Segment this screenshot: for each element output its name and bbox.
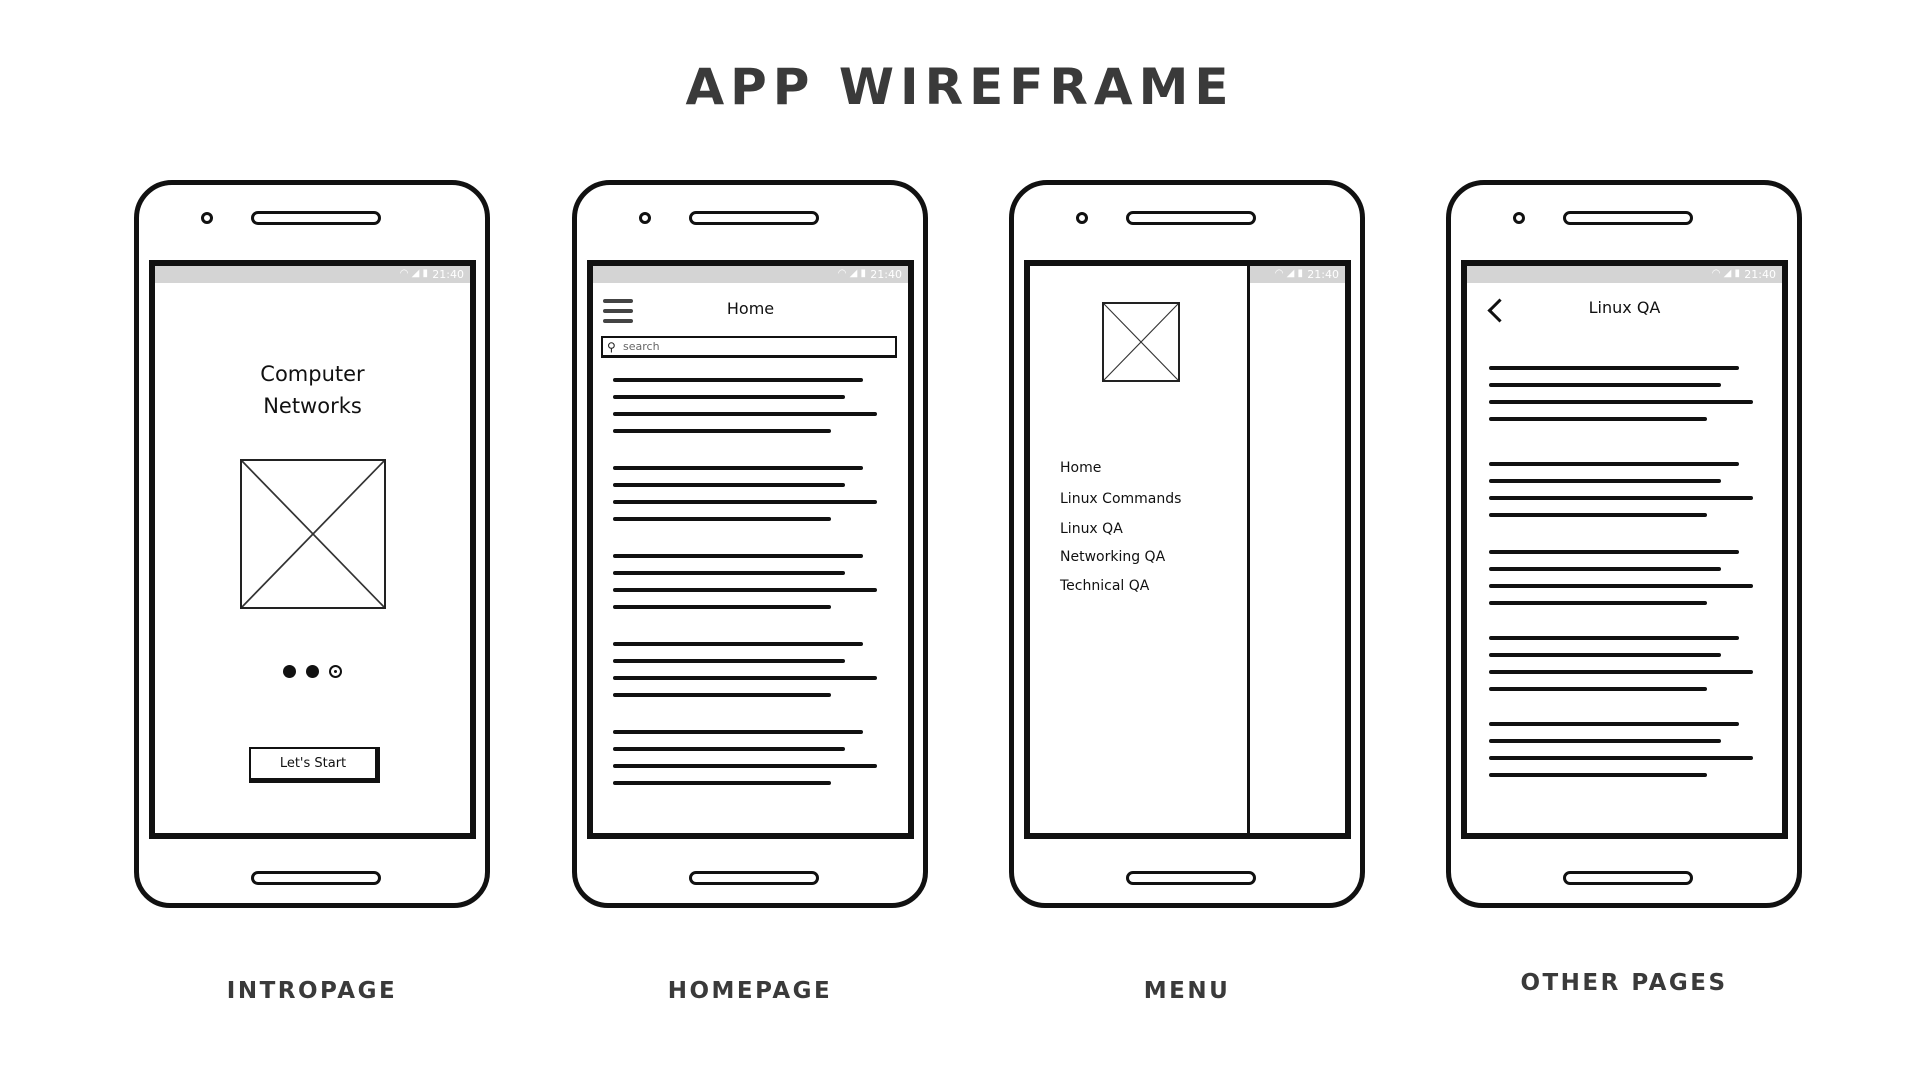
intro-title: Computer Networks <box>155 358 470 422</box>
text-block <box>613 642 877 710</box>
intro-title-line1: Computer <box>260 362 365 386</box>
text-block <box>613 466 877 534</box>
status-bar: ◠ ◢ ▮ 21:40 <box>593 266 908 283</box>
other-header-title: Linux QA <box>1588 298 1661 317</box>
menu-item-networking-qa[interactable]: Networking QA <box>1060 549 1165 565</box>
status-time: 21:40 <box>870 268 902 281</box>
status-time: 21:40 <box>1744 268 1776 281</box>
menu-item-linux-commands[interactable]: Linux Commands <box>1060 491 1181 507</box>
drawer-logo-placeholder <box>1102 302 1180 382</box>
caption-menu: MENU <box>1143 978 1231 1004</box>
caption-intropage: INTROPAGE <box>226 978 398 1004</box>
home-button <box>1126 871 1256 885</box>
speaker-slot <box>1563 211 1693 225</box>
search-icon: ⚲ <box>607 340 616 354</box>
caption-homepage: HOMEPAGE <box>667 978 833 1004</box>
status-time: 21:40 <box>432 268 464 281</box>
intro-title-line2: Networks <box>263 394 362 418</box>
phone-menu: ◠ ◢ ▮ 21:40 Home Linux Commands Linux QA… <box>1009 180 1365 908</box>
menu-item-home[interactable]: Home <box>1060 460 1101 476</box>
navigation-drawer: Home Linux Commands Linux QA Networking … <box>1030 266 1250 833</box>
caption-other-pages: OTHER PAGES <box>1520 970 1728 996</box>
signal-icons: ◠ ◢ ▮ <box>399 268 428 279</box>
status-bar: ◠ ◢ ▮ 21:40 <box>155 266 470 283</box>
phone-intropage: ◠ ◢ ▮ 21:40 Computer Networks Let's Star… <box>134 180 490 908</box>
home-button <box>251 871 381 885</box>
status-time: 21:40 <box>1307 268 1339 281</box>
menu-item-technical-qa[interactable]: Technical QA <box>1060 578 1149 594</box>
speaker-slot <box>251 211 381 225</box>
menu-screen: ◠ ◢ ▮ 21:40 Home Linux Commands Linux QA… <box>1024 260 1351 839</box>
signal-icons: ◠ ◢ ▮ <box>837 268 866 279</box>
text-block <box>613 730 877 798</box>
image-placeholder-icon <box>242 461 384 607</box>
image-placeholder <box>240 459 386 609</box>
camera-icon <box>1513 212 1525 224</box>
page-title: APP WIREFRAME <box>685 58 1235 116</box>
camera-icon <box>639 212 651 224</box>
intro-screen: ◠ ◢ ▮ 21:40 Computer Networks Let's Star… <box>149 260 476 839</box>
carousel-dot[interactable] <box>283 665 296 679</box>
text-block <box>613 378 877 446</box>
status-bar: ◠ ◢ ▮ 21:40 <box>1467 266 1782 283</box>
camera-icon <box>201 212 213 224</box>
signal-icons: ◠ ◢ ▮ <box>1274 268 1303 279</box>
text-block <box>1489 722 1753 790</box>
home-header-title: Home <box>726 299 775 318</box>
speaker-slot <box>1126 211 1256 225</box>
text-block <box>1489 366 1753 434</box>
signal-icons: ◠ ◢ ▮ <box>1711 268 1740 279</box>
phone-homepage: ◠ ◢ ▮ 21:40 Home ⚲ search <box>572 180 928 908</box>
lets-start-button[interactable]: Let's Start <box>249 747 380 783</box>
text-block <box>613 554 877 622</box>
home-screen: ◠ ◢ ▮ 21:40 Home ⚲ search <box>587 260 914 839</box>
menu-item-linux-qa[interactable]: Linux QA <box>1060 521 1123 537</box>
search-input[interactable]: ⚲ search <box>601 336 897 358</box>
text-block <box>1489 636 1753 704</box>
camera-icon <box>1076 212 1088 224</box>
speaker-slot <box>689 211 819 225</box>
home-button <box>1563 871 1693 885</box>
carousel-indicator[interactable] <box>155 663 470 681</box>
text-block <box>1489 550 1753 618</box>
other-screen: ◠ ◢ ▮ 21:40 Linux QA <box>1461 260 1788 839</box>
phone-other-pages: ◠ ◢ ▮ 21:40 Linux QA <box>1446 180 1802 908</box>
carousel-dot[interactable] <box>306 665 319 679</box>
search-placeholder: search <box>623 340 660 353</box>
carousel-dot-active[interactable] <box>329 665 342 679</box>
image-placeholder-icon <box>1104 304 1178 380</box>
text-block <box>1489 462 1753 530</box>
home-button <box>689 871 819 885</box>
